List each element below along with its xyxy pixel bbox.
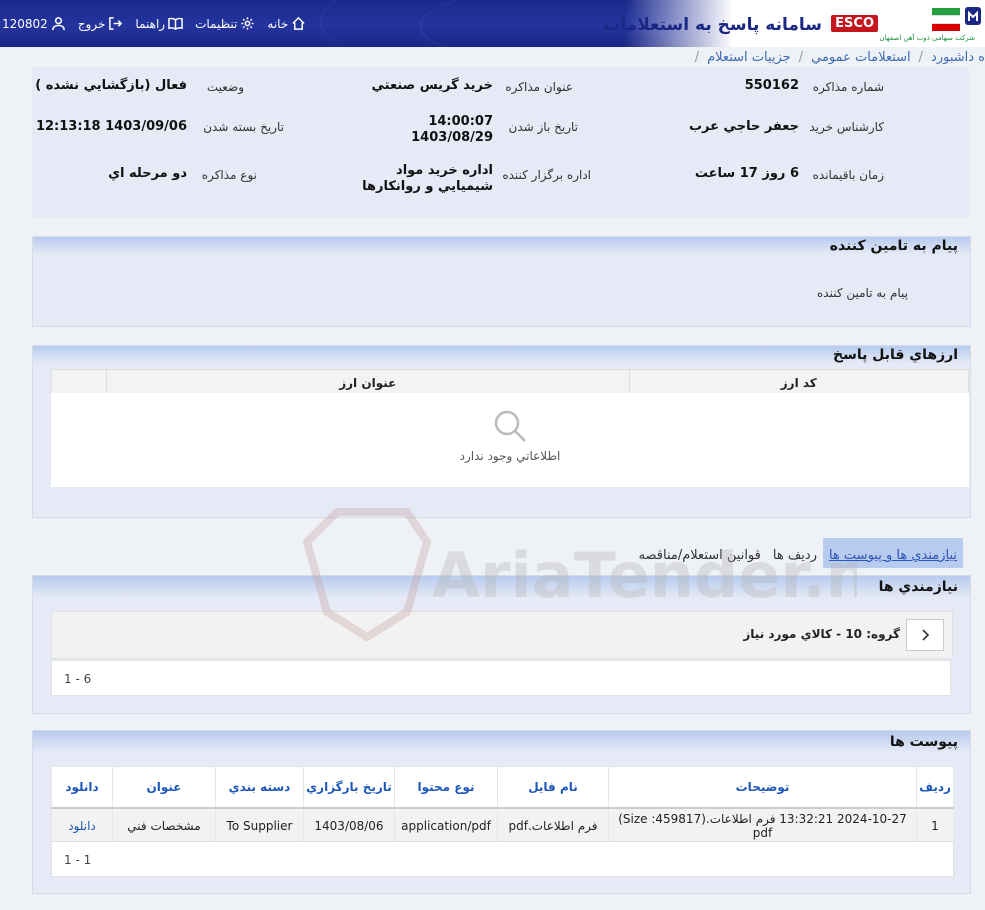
- attachments-pager: 1 - 1: [51, 841, 954, 877]
- table-row: 1 2024-10-27 13:32:21 فرم اطلاعات.(Size …: [51, 807, 954, 844]
- col-content-type-header[interactable]: نوع محتوا: [394, 766, 498, 809]
- breadcrumb-separator: /: [694, 49, 700, 65]
- currency-title-header[interactable]: عنوان ارز: [106, 369, 630, 396]
- empty-state: اطلاعاتي وجود ندارد: [51, 393, 969, 487]
- subject-label: عنوان مذاکره: [505, 80, 573, 94]
- type-label: نوع مذاکره: [201, 168, 257, 182]
- remaining-value: 6 روز 17 ساعت: [694, 166, 799, 181]
- tab-rows[interactable]: رديف ها: [767, 538, 823, 568]
- logout-link[interactable]: خروج: [78, 16, 124, 31]
- table-header-spacer: [51, 369, 107, 396]
- currencies-panel: ارزهاي قابل پاسخ عنوان ارز کد ارز اطلاعا…: [32, 345, 971, 518]
- search-icon: [494, 410, 526, 442]
- number-label: شماره مذاکره: [812, 80, 884, 94]
- number-value: 550162: [744, 78, 799, 93]
- iran-flag-icon: [932, 8, 960, 31]
- group-title: گروه: 10 - کالاي مورد نياز: [743, 627, 900, 641]
- status-label: وضعيت: [206, 80, 244, 94]
- empty-state-text: اطلاعاتي وجود ندارد: [459, 449, 561, 463]
- open-date-label: تاريخ باز شدن: [508, 120, 578, 134]
- col-category-header[interactable]: دسته بندي: [215, 766, 304, 809]
- help-link[interactable]: راهنما: [135, 16, 183, 31]
- download-link[interactable]: دانلود: [68, 819, 96, 833]
- col-filename-header[interactable]: نام فايل: [497, 766, 609, 809]
- col-download-header[interactable]: دانلود: [51, 766, 113, 809]
- user-icon: [51, 17, 65, 31]
- logout-label: خروج: [77, 16, 106, 31]
- org-value-line2: شيميايي و روانکارها: [362, 179, 493, 194]
- attachments-table: رديف توضيحات نام فايل نوع محتوا تاريخ با…: [51, 766, 954, 844]
- help-label: راهنما: [135, 16, 166, 31]
- top-header: 120802 خروج راهنما تنظیمات خانه سامانه پ…: [0, 0, 985, 47]
- company-emblem-icon: [965, 7, 981, 25]
- expert-value: جعفر حاجي عرب: [688, 119, 799, 134]
- row-title: مشخصات فني: [112, 807, 216, 844]
- breadcrumb-dashboard[interactable]: ه داشبورد: [931, 50, 985, 65]
- col-description-header[interactable]: توضيحات: [608, 766, 917, 809]
- company-name: شرکت سهامی ذوب آهن اصفهان: [879, 34, 975, 42]
- row-number: 1: [916, 807, 954, 844]
- org-label: اداره برگزار کننده: [502, 168, 591, 182]
- row-content-type: application/pdf: [394, 807, 498, 844]
- site-title: سامانه پاسخ به استعلامات: [603, 15, 822, 35]
- row-description: 2024-10-27 13:32:21 فرم اطلاعات.(Size :4…: [608, 807, 917, 844]
- remaining-label: زمان باقيمانده: [812, 168, 884, 182]
- inquiry-info-panel: شماره مذاکره 550162 کارشناس خريد جعفر حا…: [32, 67, 969, 217]
- open-date-value: 1403/08/29: [411, 130, 493, 145]
- open-time-value: 14:00:07: [428, 114, 493, 129]
- close-date-value: 1403/09/06 12:13:18: [35, 119, 187, 134]
- attachments-panel: پيوست ها رديف توضيحات نام فايل نوع محتوا…: [32, 730, 971, 894]
- currency-code-header[interactable]: کد ارز: [628, 369, 970, 396]
- home-link[interactable]: خانه: [267, 16, 306, 31]
- breadcrumb-public-inquiries[interactable]: استعلامات عمومي: [811, 50, 911, 65]
- needs-pager: 1 - 6: [51, 660, 951, 696]
- chevron-right-icon: [922, 629, 930, 641]
- row-category: To Supplier: [215, 807, 304, 844]
- org-value-line1: اداره خريد مواد: [396, 163, 493, 178]
- home-label: خانه: [267, 16, 289, 31]
- row-filename: فرم اطلاعات.pdf: [497, 807, 609, 844]
- row-download-cell: دانلود: [51, 807, 113, 844]
- breadcrumb-separator: /: [798, 49, 804, 65]
- breadcrumb-separator: /: [918, 49, 924, 65]
- user-code: 120802: [2, 16, 48, 31]
- supplier-message-panel: پيام به تامين کننده پيام به تامين کننده: [32, 236, 971, 327]
- col-row-header[interactable]: رديف: [916, 766, 954, 809]
- settings-link[interactable]: تنظیمات: [195, 16, 255, 31]
- subject-value: خريد گريس صنعتي: [371, 78, 493, 93]
- supplier-message-text: پيام به تامين کننده: [817, 286, 908, 300]
- gear-icon: [241, 17, 254, 30]
- breadcrumb: ه داشبورد / استعلامات عمومي / جزييات است…: [695, 47, 985, 67]
- row-upload-date: 1403/08/06: [303, 807, 395, 844]
- panel-title: ارزهاي قابل پاسخ: [33, 346, 970, 364]
- panel-title: پيام به تامين کننده: [33, 237, 970, 255]
- user-menu[interactable]: 120802: [2, 16, 66, 31]
- top-nav: 120802 خروج راهنما تنظیمات خانه: [0, 0, 306, 47]
- expert-label: کارشناس خريد: [809, 120, 884, 134]
- expand-group-button[interactable]: [906, 619, 944, 651]
- needs-panel: نيازمندي ها گروه: 10 - کالاي مورد نياز 1…: [32, 575, 971, 714]
- settings-label: تنظیمات: [195, 16, 238, 31]
- logout-icon: [109, 17, 123, 30]
- status-value: فعال (بازگشايي نشده ): [35, 78, 187, 93]
- currencies-table: عنوان ارز کد ارز: [51, 369, 970, 396]
- needs-group-row[interactable]: گروه: 10 - کالاي مورد نياز: [51, 611, 953, 659]
- tab-needs-attachments[interactable]: نيازمندي ها و پيوست ها: [822, 538, 963, 568]
- book-icon: [168, 17, 183, 31]
- breadcrumb-inquiry-details[interactable]: جزييات استعلام: [707, 50, 791, 65]
- close-date-label: تاريخ بسته شدن: [203, 120, 284, 134]
- col-upload-date-header[interactable]: تاريخ بارگزاري: [303, 766, 395, 809]
- type-value: دو مرحله اي: [108, 166, 187, 181]
- details-tabs: نيازمندي ها و پيوست ها رديف ها قوانين اس…: [633, 535, 963, 571]
- esco-logo: ESCO: [831, 15, 878, 32]
- col-title-header[interactable]: عنوان: [112, 766, 216, 809]
- panel-title: نيازمندي ها: [33, 576, 970, 598]
- home-icon: [292, 16, 305, 30]
- panel-title: پيوست ها: [33, 731, 970, 753]
- tab-rules[interactable]: قوانين استعلام/مناقصه: [633, 538, 767, 568]
